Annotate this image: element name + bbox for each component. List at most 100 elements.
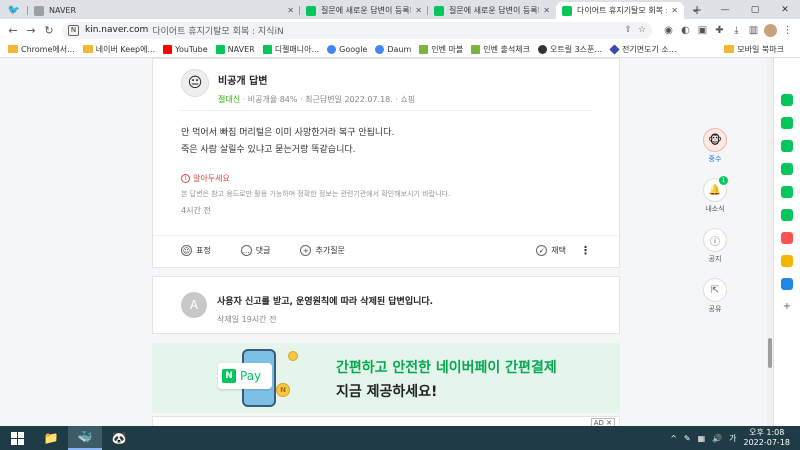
sidepanel-app-icon[interactable] <box>781 186 793 198</box>
forward-button[interactable]: → <box>22 21 40 39</box>
close-window-button[interactable]: ✕ <box>770 0 800 19</box>
answer-body: 안 먹어서 빠짐 머리털은 이미 사망한거라 복구 안됩니다. 죽은 사람 살릴… <box>181 125 394 159</box>
kin-favicon-icon <box>306 5 316 16</box>
sidepanel-icon[interactable]: ▥ <box>745 22 762 39</box>
maximize-button[interactable]: ▢ <box>740 0 770 19</box>
person-icon <box>537 44 547 54</box>
back-button[interactable]: ← <box>4 21 22 39</box>
browser-side-panel: + <box>773 58 800 426</box>
bookmark-oatmeal[interactable]: 오트릴 3스푼... <box>537 44 602 55</box>
windows-logo-icon <box>10 431 24 445</box>
sidepanel-app-icon[interactable] <box>781 209 793 221</box>
anonymous-avatar-icon: 😐 <box>181 69 209 97</box>
sidepanel-app-icon[interactable] <box>781 232 793 244</box>
bookmark-folder-chrome[interactable]: Chrome에서... <box>8 44 75 55</box>
sidepanel-app-icon[interactable] <box>781 255 793 267</box>
comment-button[interactable]: … 댓글 <box>240 245 270 256</box>
check-icon: ✓ <box>536 245 548 256</box>
browser-toolbar: ← → ↻ N kin.naver.com 다이어트 휴지기탈모 회복 : 지식… <box>0 19 800 41</box>
bookmark-google[interactable]: Google <box>327 44 367 54</box>
bookmark-star-icon[interactable]: ☆ <box>638 25 646 35</box>
answer-body-line: 안 먹어서 빠짐 머리털은 이미 사망한거라 복구 안됩니다. <box>181 128 395 138</box>
dieselmania-icon <box>262 44 272 54</box>
bookmark-youtube[interactable]: YouTube <box>163 44 208 54</box>
scrollbar-thumb[interactable] <box>768 338 772 368</box>
answerer-stats: · 비공개율 84% · 최근답변일 2022.07.18. · 쇼핑 <box>242 95 416 104</box>
mascot-avatar-icon[interactable]: 🐵 <box>703 128 727 152</box>
answerer-grade[interactable]: 절대신 <box>218 95 240 104</box>
taskbar-whale-browser[interactable]: 🐳 <box>68 426 102 450</box>
tab-naver[interactable]: NAVER ✕ <box>28 2 300 19</box>
sidepanel-app-icon[interactable] <box>781 140 793 152</box>
address-bar[interactable]: N kin.naver.com 다이어트 휴지기탈모 회복 : 지식iN ⇪ ☆ <box>62 21 652 39</box>
sidepanel-app-icon[interactable] <box>781 117 793 129</box>
tab-answer-notice-1[interactable]: 질문에 새로운 답변이 등록되었 ✕ <box>300 2 428 19</box>
ad-strip: AD ✕ <box>152 416 620 426</box>
pen-icon[interactable]: ✎ <box>684 434 691 443</box>
close-icon[interactable]: ✕ <box>671 6 678 15</box>
add-question-button[interactable]: + 추가질문 <box>300 245 345 256</box>
network-icon[interactable]: ▦ <box>698 434 706 443</box>
ime-icon[interactable]: 가 <box>729 433 736 444</box>
bookmark-folder-mobile[interactable]: 모바일 북마크 <box>724 44 784 55</box>
windows-taskbar: 📁 🐳 🐼 ^ ✎ ▦ 🔊 가 오후 1:08 2022-07-18 <box>0 426 800 450</box>
extension-icon-1[interactable]: ◉ <box>660 22 677 39</box>
menu-icon[interactable]: ⋮ <box>779 22 796 39</box>
folder-icon <box>724 45 735 53</box>
bookmark-shaver[interactable]: 전기면도기 소... <box>609 43 676 55</box>
volume-icon[interactable]: 🔊 <box>712 434 722 443</box>
bookmark-dieselmania[interactable]: 디젤매니아... <box>262 44 319 55</box>
bookmark-naver[interactable]: NAVER <box>215 44 255 54</box>
chevron-down-icon[interactable]: ⌄ <box>680 0 710 19</box>
more-options-icon[interactable]: ⋮ <box>580 244 591 257</box>
emoji-button[interactable]: ☺ 표정 <box>181 245 211 256</box>
deleted-answer-title: 사용자 신고를 받고, 운영원칙에 따라 삭제된 답변입니다. <box>217 297 434 307</box>
adopt-button[interactable]: ✓ 채택 <box>536 245 566 256</box>
ad-close-button[interactable]: AD ✕ <box>590 418 615 426</box>
tray-chevron-icon[interactable]: ^ <box>670 434 677 443</box>
tab-pinned-twitter[interactable]: 🐦 <box>0 2 28 19</box>
bookmarks-bar: Chrome에서... 네이버 Keep에... YouTube NAVER 디… <box>0 41 800 58</box>
extension-icon-3[interactable]: ▣ <box>694 22 711 39</box>
bookmark-daum[interactable]: Daum <box>375 44 411 54</box>
warning-icon: ! <box>181 174 190 183</box>
site-info-icon[interactable]: N <box>68 24 79 36</box>
minimize-button[interactable]: — <box>710 0 740 19</box>
url-page-title: 다이어트 휴지기탈모 회복 : 지식iN <box>152 26 284 37</box>
download-icon[interactable]: ⤓ <box>728 22 745 39</box>
sidepanel-app-icon[interactable] <box>781 278 793 290</box>
answer-actions: ☺ 표정 … 댓글 + 추가질문 ✓ 채택 ⋮ <box>153 235 619 265</box>
naverpay-banner[interactable]: N Pay N 간편하고 안전한 네이버페이 간편결제 지금 제공하세요! <box>152 343 620 413</box>
share-button[interactable]: ⇱ <box>703 278 727 302</box>
news-button[interactable]: 🔔 1 <box>703 176 728 202</box>
close-icon[interactable]: ✕ <box>415 6 422 15</box>
tab-answer-notice-2[interactable]: 질문에 새로운 답변이 등록되었 ✕ <box>428 2 556 19</box>
tab-active-diet-hairloss[interactable]: 다이어트 휴지기탈모 회복 : 지식 ✕ <box>556 2 684 19</box>
share-icon[interactable]: ⇪ <box>624 25 632 35</box>
profile-avatar[interactable] <box>762 22 779 39</box>
folder-icon: 📁 <box>43 431 59 445</box>
sidepanel-app-icon[interactable] <box>781 94 793 106</box>
extension-icon-2[interactable]: ◐ <box>677 22 694 39</box>
google-icon <box>327 44 337 54</box>
taskbar-file-explorer[interactable]: 📁 <box>34 426 68 450</box>
clock[interactable]: 오후 1:08 2022-07-18 <box>744 428 791 448</box>
close-icon[interactable]: ✕ <box>543 6 550 15</box>
deleted-avatar: A <box>181 292 207 318</box>
plus-icon: + <box>300 245 312 256</box>
divider <box>181 110 591 111</box>
close-icon[interactable]: ✕ <box>287 6 294 15</box>
sidepanel-add-icon[interactable]: + <box>781 301 793 313</box>
smile-icon: ☺ <box>181 245 192 256</box>
bookmark-inven-attendance[interactable]: 인벤 출석체크 <box>471 44 530 55</box>
reload-button[interactable]: ↻ <box>40 21 58 39</box>
bookmark-inven-marble[interactable]: 인벤 마블 <box>419 44 463 55</box>
bookmark-folder-keep[interactable]: 네이버 Keep에... <box>82 44 155 55</box>
puzzle-icon[interactable]: ✚ <box>711 22 728 39</box>
sidepanel-app-icon[interactable] <box>781 163 793 175</box>
share-label: 공유 <box>708 305 722 313</box>
answer-time: 4시간 전 <box>181 206 211 215</box>
taskbar-app[interactable]: 🐼 <box>102 426 136 450</box>
start-button[interactable] <box>0 426 34 450</box>
notice-button[interactable]: ⓘ <box>703 228 727 252</box>
